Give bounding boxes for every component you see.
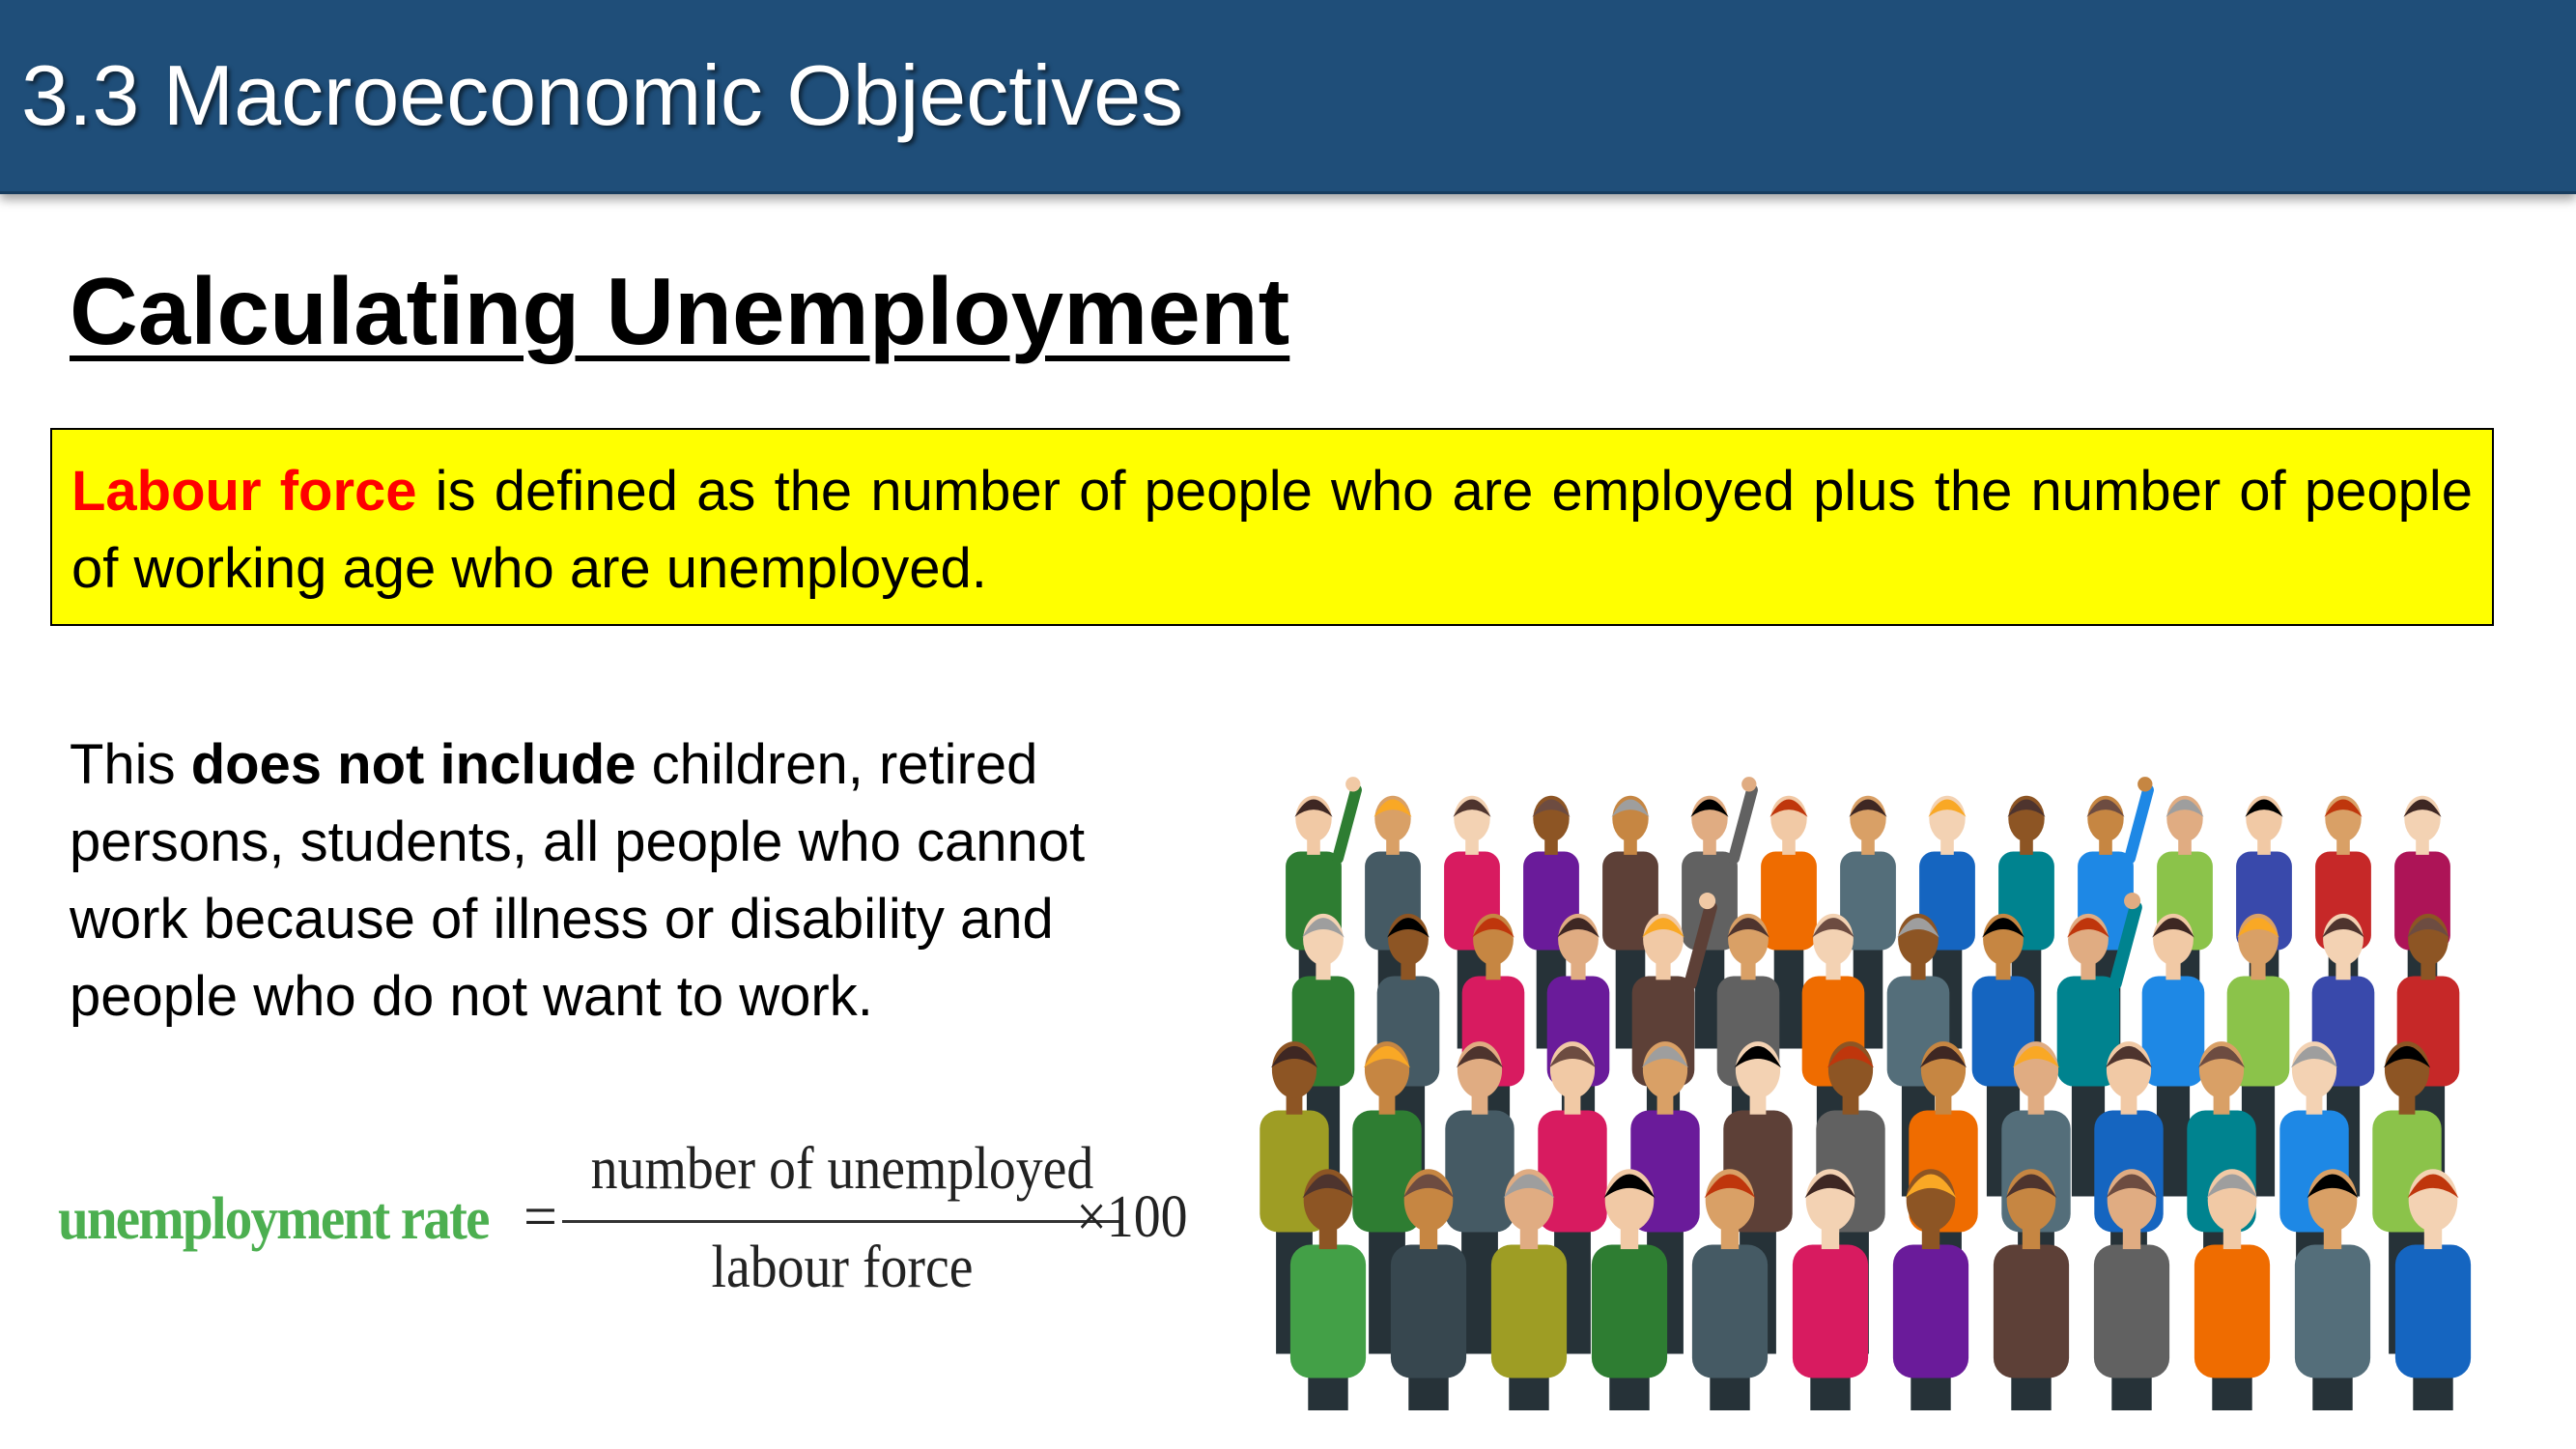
paragraph-emphasis: does not include [190, 733, 637, 796]
slide-header: 3.3 Macroeconomic Objectives [0, 0, 2576, 194]
formula-denominator: labour force [711, 1235, 974, 1300]
definition-text: is defined as the number of people who a… [71, 460, 2473, 600]
fraction-bar [562, 1220, 1122, 1223]
exclusions-paragraph: This does not include children, retired … [70, 726, 1180, 1036]
formula-equals: = [524, 1184, 557, 1250]
paragraph-intro: This [70, 733, 191, 796]
section-heading: Calculating Unemployment [70, 258, 1290, 364]
slide-title: 3.3 Macroeconomic Objectives [21, 47, 1184, 143]
unemployment-rate-formula: unemployment rate = number of unemployed… [58, 1135, 1198, 1319]
definition-box: Labour force is defined as the number of… [50, 428, 2494, 626]
definition-term: Labour force [71, 460, 417, 523]
formula-numerator: number of unemployed [590, 1136, 1094, 1202]
formula-label: unemployment rate [58, 1186, 490, 1252]
crowd-of-people-illustration [1260, 777, 2472, 1410]
formula-multiplier: ×100 [1076, 1184, 1188, 1250]
